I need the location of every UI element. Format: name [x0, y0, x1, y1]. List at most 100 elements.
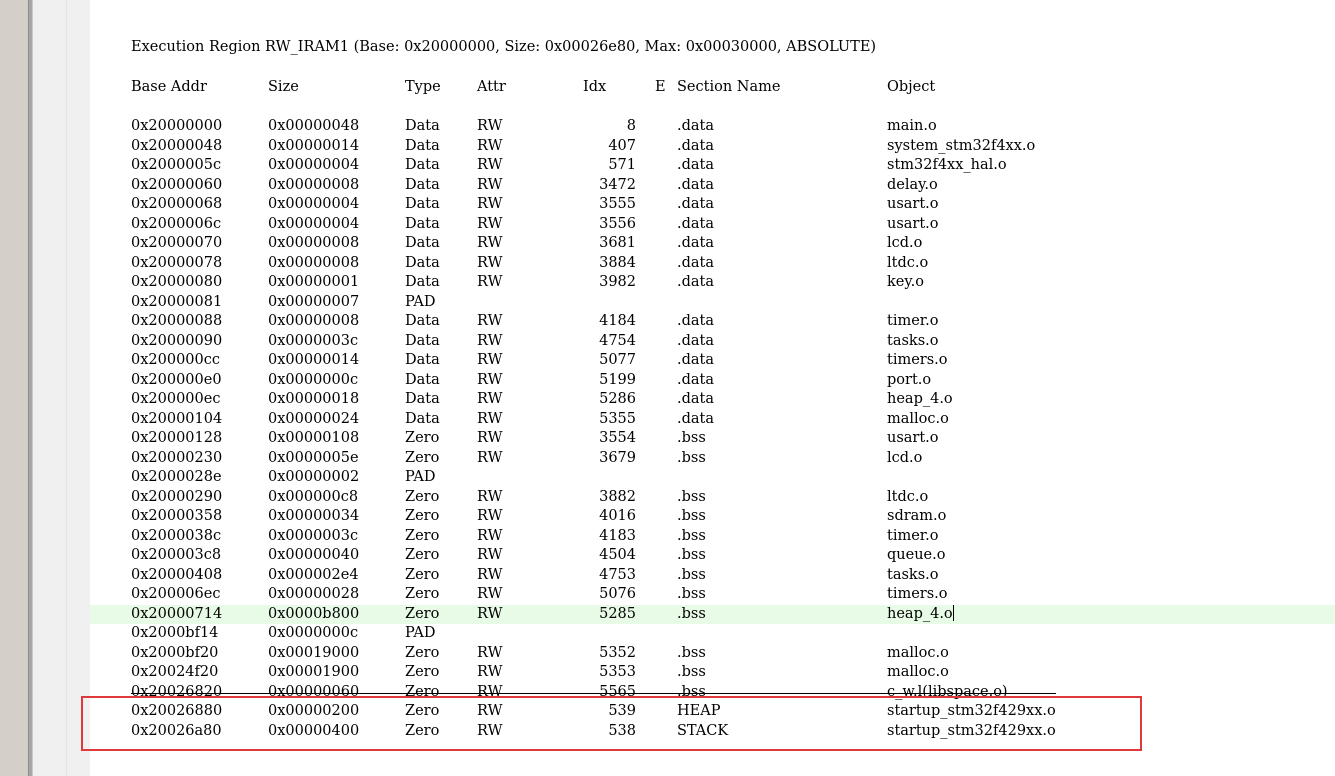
- cell-section-name: .data: [677, 371, 715, 388]
- cell-section-name: .data: [677, 196, 715, 212]
- table-row[interactable]: 0x20000000 0x00000048 Data RW 8 .data main.o: [90, 117, 1335, 137]
- cell-object: usart.o: [887, 196, 939, 212]
- cell-type: Data: [405, 176, 440, 193]
- cell-idx: 3882: [599, 488, 636, 505]
- table-row[interactable]: 0x20000290 0x000000c8 Zero RW 3882 .bss ltdc.o: [90, 488, 1335, 508]
- cell-base-addr: 0x20000408: [131, 566, 223, 583]
- cell-section-name: .bss: [677, 605, 706, 622]
- cell-base-addr: 0x2000bf14: [131, 625, 219, 641]
- cell-type: Data: [405, 157, 440, 173]
- cell-base-addr: 0x20000230: [131, 449, 223, 466]
- table-row[interactable]: 0x20000090 0x0000003c Data RW 4754 .data tasks…: [90, 332, 1335, 352]
- col-header-idx: Idx: [583, 79, 607, 95]
- table-row[interactable]: 0x2000005c 0x00000004 Data RW 571 .data stm32f…: [90, 156, 1335, 176]
- table-row[interactable]: 0x20000081 0x00000007 PAD: [90, 293, 1335, 313]
- table-row[interactable]: 0x200000e0 0x0000000c Data RW 5199 .data port.…: [90, 371, 1335, 391]
- cell-base-addr: 0x20000078: [131, 254, 223, 271]
- cell-attr: RW: [477, 371, 503, 388]
- cell-size: 0x0000b800: [268, 605, 360, 622]
- cell-attr: RW: [477, 547, 503, 563]
- cell-type: Zero: [405, 449, 440, 466]
- cell-base-addr: 0x20000070: [131, 235, 223, 251]
- cell-idx: 3884: [599, 254, 636, 271]
- table-row[interactable]: 0x20000078 0x00000008 Data RW 3884 .data ltdc.…: [90, 254, 1335, 274]
- table-row[interactable]: 0x2000028e 0x00000002 PAD: [90, 468, 1335, 488]
- cell-idx: 4016: [599, 508, 636, 524]
- cell-size: 0x00000008: [268, 254, 360, 271]
- text-editor[interactable]: Execution Region RW_IRAM1 (Base: 0x20000…: [90, 0, 1335, 776]
- column-header-row: Base Addr Size Type Attr Idx E Section N…: [90, 78, 1335, 98]
- cell-object: timer.o: [887, 313, 939, 329]
- cell-type: Data: [405, 313, 440, 329]
- table-row[interactable]: 0x20000048 0x00000014 Data RW 407 .data system…: [90, 137, 1335, 157]
- cell-attr: RW: [477, 488, 503, 505]
- table-row[interactable]: 0x2000006c 0x00000004 Data RW 3556 .data usart…: [90, 215, 1335, 235]
- cell-size: 0x00000048: [268, 118, 360, 134]
- gutter-divider: [66, 0, 67, 776]
- cell-type: Zero: [405, 430, 440, 446]
- cell-section-name: .data: [677, 274, 715, 290]
- table-row[interactable]: 0x2000038c 0x0000003c Zero RW 4183 .bss timer.…: [90, 527, 1335, 547]
- cell-attr: RW: [477, 527, 503, 544]
- table-row[interactable]: 0x2000bf20 0x00019000 Zero RW 5352 .bss malloc…: [90, 644, 1335, 664]
- table-row[interactable]: 0x20024f20 0x00001900 Zero RW 5353 .bss malloc…: [90, 663, 1335, 683]
- cell-object: main.o: [887, 118, 937, 134]
- table-row[interactable]: 0x20000104 0x00000024 Data RW 5355 .data mallo…: [90, 410, 1335, 430]
- cell-type: Data: [405, 391, 440, 407]
- table-row[interactable]: 0x2000bf14 0x0000000c PAD: [90, 624, 1335, 644]
- cell-base-addr: 0x20000068: [131, 196, 223, 212]
- cell-idx: 5077: [599, 352, 636, 368]
- cell-section-name: .bss: [677, 430, 706, 446]
- table-row[interactable]: 0x20000408 0x000002e4 Zero RW 4753 .bss tasks.…: [90, 566, 1335, 586]
- cell-base-addr: 0x20000048: [131, 137, 223, 154]
- cell-size: 0x00000008: [268, 313, 360, 329]
- cell-size: 0x000002e4: [268, 566, 359, 583]
- cell-size: 0x00000001: [268, 274, 360, 290]
- cell-section-name: .bss: [677, 664, 706, 680]
- cell-section-name: .data: [677, 137, 715, 154]
- cell-base-addr: 0x2000005c: [131, 157, 222, 173]
- cell-size: 0x0000000c: [268, 625, 359, 641]
- cell-idx: 5286: [599, 391, 636, 407]
- cell-attr: RW: [477, 313, 503, 329]
- table-row[interactable]: 0x20000080 0x00000001 Data RW 3982 .data key.o: [90, 273, 1335, 293]
- table-row[interactable]: 0x20000128 0x00000108 Zero RW 3554 .bss usart.…: [90, 429, 1335, 449]
- cell-idx: 4754: [599, 332, 636, 349]
- cell-type: Zero: [405, 644, 440, 661]
- cell-attr: RW: [477, 449, 503, 466]
- table-row[interactable]: 0x20000088 0x00000008 Data RW 4184 .data timer…: [90, 312, 1335, 332]
- cell-base-addr: 0x200003c8: [131, 547, 222, 563]
- table-row[interactable]: 0x20000060 0x00000008 Data RW 3472 .data delay…: [90, 176, 1335, 196]
- cell-size: 0x00000040: [268, 547, 360, 563]
- table-row[interactable]: 0x200006ec 0x00000028 Zero RW 5076 .bss timers…: [90, 585, 1335, 605]
- cell-base-addr: 0x200000cc: [131, 352, 220, 368]
- cell-base-addr: 0x200000ec: [131, 391, 221, 407]
- col-header-size: Size: [268, 79, 299, 95]
- cell-size: 0x0000000c: [268, 371, 359, 388]
- table-row[interactable]: 0x20000230 0x0000005e Zero RW 3679 .bss lcd.o: [90, 449, 1335, 469]
- table-row[interactable]: 0x20000714 0x0000b800 Zero RW 5285 .bss heap_4…: [90, 604, 1335, 624]
- col-header-attr: Attr: [477, 79, 506, 95]
- cell-idx: 5353: [599, 664, 636, 680]
- table-row[interactable]: 0x200000cc 0x00000014 Data RW 5077 .data timer…: [90, 351, 1335, 371]
- cell-section-name: .data: [677, 352, 715, 368]
- col-header-type: Type: [405, 79, 441, 95]
- cell-object: malloc.o: [887, 410, 949, 427]
- cell-attr: RW: [477, 196, 503, 212]
- table-row[interactable]: 0x20000070 0x00000008 Data RW 3681 .data lcd.o: [90, 234, 1335, 254]
- cell-attr: RW: [477, 157, 503, 173]
- cell-section-name: .data: [677, 176, 715, 193]
- cell-type: Zero: [405, 508, 440, 524]
- cell-base-addr: 0x20000128: [131, 430, 223, 446]
- cell-object: malloc.o: [887, 664, 949, 680]
- table-row[interactable]: 0x200003c8 0x00000040 Zero RW 4504 .bss queue.…: [90, 546, 1335, 566]
- table-row[interactable]: 0x200000ec 0x00000018 Data RW 5286 .data heap_…: [90, 390, 1335, 410]
- cell-attr: RW: [477, 410, 503, 427]
- strikethrough-line: [131, 692, 1056, 694]
- cell-object: heap_4.o: [887, 604, 954, 622]
- cell-base-addr: 0x20000104: [131, 410, 223, 427]
- table-row[interactable]: 0x20000068 0x00000004 Data RW 3555 .data usart…: [90, 195, 1335, 215]
- cell-type: Data: [405, 274, 440, 290]
- cell-type: Zero: [405, 586, 440, 602]
- table-row[interactable]: 0x20000358 0x00000034 Zero RW 4016 .bss sdram.…: [90, 507, 1335, 527]
